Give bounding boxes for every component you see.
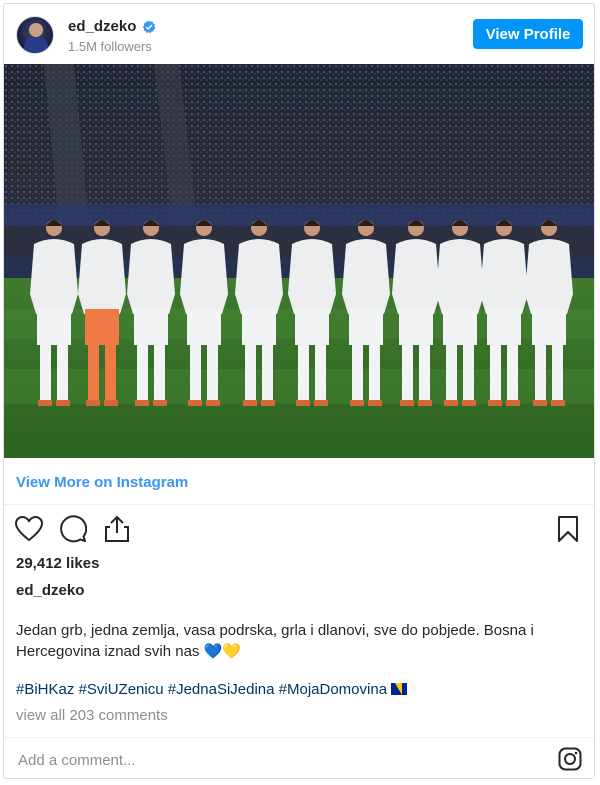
bosnia-flag-icon xyxy=(391,683,408,695)
view-all-comments-link[interactable]: view all 203 comments xyxy=(16,707,168,724)
bookmark-icon[interactable] xyxy=(554,514,582,544)
username[interactable]: ed_dzeko xyxy=(68,18,136,35)
instagram-icon[interactable] xyxy=(558,747,582,771)
username-row: ed_dzeko xyxy=(68,18,156,35)
instagram-embed-card: ed_dzeko 1.5M followers View Profile Vie… xyxy=(3,3,595,779)
hashtags[interactable]: #BiHKaz #SviUZenicu #JednaSiJedina #Moja… xyxy=(16,681,408,698)
comment-icon[interactable] xyxy=(58,514,88,544)
follower-count: 1.5M followers xyxy=(68,39,152,54)
view-profile-button[interactable]: View Profile xyxy=(473,19,583,49)
heart-emojis: 💙💛 xyxy=(203,643,241,660)
post-header: ed_dzeko 1.5M followers View Profile xyxy=(4,4,594,64)
post-photo[interactable] xyxy=(4,64,594,458)
caption-text: Jedan grb, jedna zemlja, vasa podrska, g… xyxy=(16,620,576,662)
share-icon[interactable] xyxy=(102,514,132,544)
caption-line-2: Hercegovina iznad svih nas xyxy=(16,643,204,660)
hashtag-list[interactable]: #BiHKaz #SviUZenicu #JednaSiJedina #Moja… xyxy=(16,681,391,698)
players-group xyxy=(30,220,573,406)
caption-author[interactable]: ed_dzeko xyxy=(16,582,84,599)
like-count[interactable]: 29,412 likes xyxy=(16,555,99,572)
heart-icon[interactable] xyxy=(14,514,44,544)
action-bar xyxy=(14,514,132,544)
avatar[interactable] xyxy=(16,16,54,54)
divider xyxy=(4,504,594,505)
view-more-on-instagram-link[interactable]: View More on Instagram xyxy=(16,474,188,491)
verified-badge-icon xyxy=(142,20,156,34)
caption-line-1: Jedan grb, jedna zemlja, vasa podrska, g… xyxy=(16,622,534,639)
comment-bar xyxy=(4,737,594,778)
comment-input[interactable] xyxy=(16,748,520,772)
